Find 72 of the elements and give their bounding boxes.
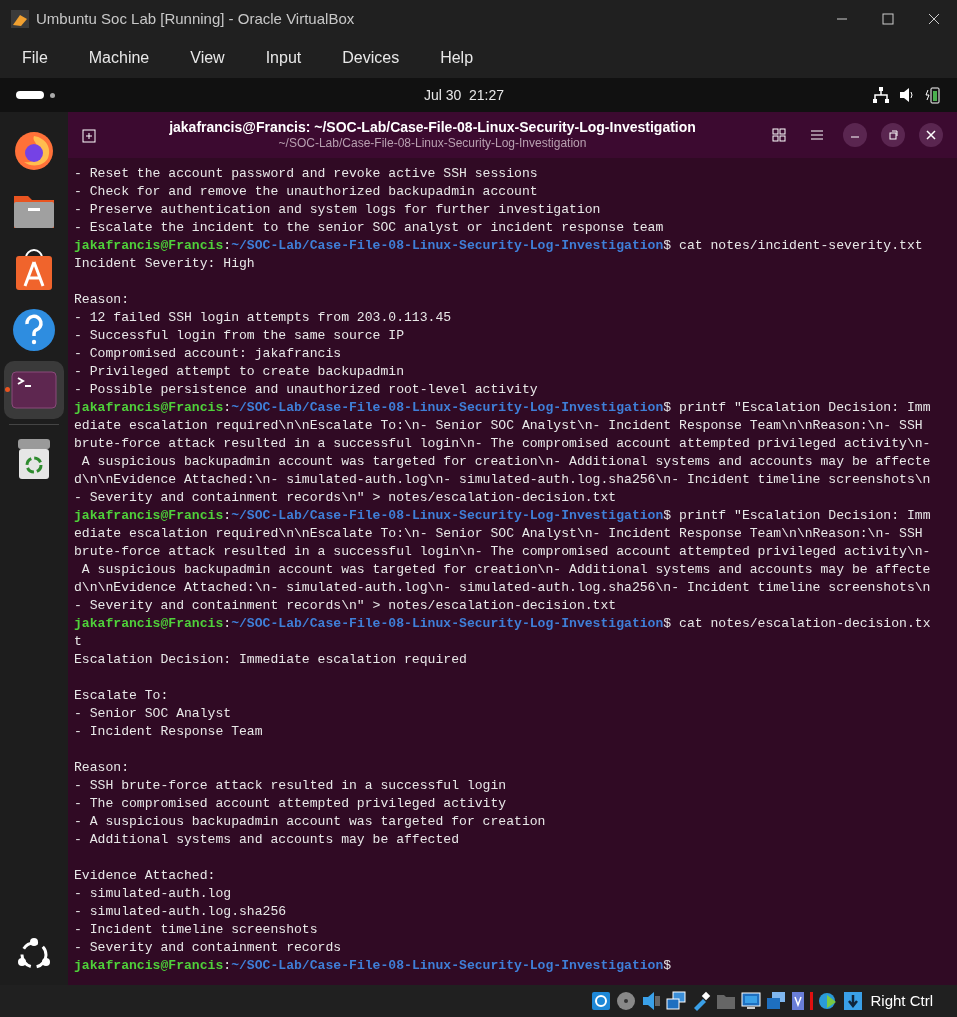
menu-item[interactable]: Devices [330,46,412,70]
trash-icon [16,437,52,481]
close-icon[interactable] [919,123,943,147]
output-line: Escalate To: [74,687,169,705]
output-line: - Senior SOC Analyst [74,705,232,723]
output-line: - A suspicious backupadmin account was targeted for creation [74,813,546,831]
output-line: - Reset the account password and revoke active SSH sessions [74,165,538,183]
output-line: - SSH brute-force attack resulted in a successful login [74,777,507,795]
window-title: Umbuntu Soc Lab [Running] - Oracle VirtualBox [36,8,355,29]
output-line: brute-force attack resulted in a successful login\n- The compromised account attempted privileged activity\n- [74,435,931,453]
output-line: d\n\nEvidence Attached:\n- simulated-auth.log\n- simulated-auth.log.sha256\n- Incident timeline screenshots\n [74,579,931,597]
output-line: Evidence Attached: [74,867,216,885]
speaker-icon[interactable] [641,991,662,1011]
output-line: t [74,633,82,651]
output-line: - Possible persistence and unauthorized root-level activity [74,381,538,399]
prompt-line: jakafrancis@Francis:~/SOC-Lab/Case-File-08-Linux-Security-Log-Investigation$ printf "Escalation Decision: Imm [74,507,931,525]
output-line: - Check for and remove the unauthorized backupadmin account [74,183,538,201]
output-line: - Compromised account: jakafrancis [74,345,342,363]
output-line: brute-force attack resulted in a successful login\n- The compromised account attempted privileged activity\n- [74,543,931,561]
windows-icon[interactable] [666,991,687,1011]
output-line: - Privileged attempt to create backupadmin [74,363,405,381]
app-logo-icon [10,9,30,29]
restore-icon[interactable] [881,123,905,147]
output-line: Reason: [74,291,129,309]
terminal-title: jakafrancis@Francis: ~/SOC-Lab/Case-File-08-Linux-Security-Log-Investigation [169,119,696,136]
menu-item[interactable]: File [10,46,60,70]
terminal-subtitle: ~/SOC-Lab/Case-File-08-Linux-Security-Log-Investigation [278,136,587,151]
output-line: - Escalate the incident to the senior SOC analyst or incident response team [74,219,664,237]
output-line: - simulated-auth.log.sha256 [74,903,287,921]
output-line: - Severity and containment records [74,939,342,957]
menu-item[interactable]: View [178,46,237,70]
menu-item[interactable]: Input [253,46,314,70]
prompt-line: jakafrancis@Francis:~/SOC-Lab/Case-File-08-Linux-Security-Log-Investigation$ printf "Escalation Decision: Imm [74,399,931,417]
host-key-label: Right Ctrl [870,990,933,1011]
volume-icon[interactable] [899,87,915,103]
output-line: Reason: [74,759,129,777]
output-line: A suspicious backupadmin account was targeted for creation\n- Additional systems and accounts may be affecte [80,561,931,579]
output-line: Incident Severity: High [74,255,255,273]
battery-icon[interactable] [925,86,941,104]
prompt-line: jakafrancis@Francis:~/SOC-Lab/Case-File-08-Linux-Security-Log-Investigation$ [74,957,672,975]
help-icon [12,308,56,352]
output-line: - Severity and containment records\n" > notes/escalation-decision.txt [74,597,617,615]
output-line: - Additional systems and accounts may be affected [74,831,460,849]
output-line: ediate escalation required\n\nEscalate To:\n- Senior SOC Analyst\n- Incident Response Team\n\nReason:\n- SSH [74,525,923,543]
prompt-line: jakafrancis@Francis:~/SOC-Lab/Case-File-08-Linux-Security-Log-Investigation$ cat notes/incident-severity.txt [74,237,923,255]
screens-icon[interactable] [766,991,787,1011]
menu-item[interactable]: Machine [76,46,162,70]
workspace-indicator[interactable] [16,91,44,99]
activity-indicator [810,992,814,1010]
chip-icon[interactable] [791,991,806,1011]
output-line: - Incident Response Team [74,723,263,741]
minimize-icon[interactable] [843,123,867,147]
output-line: - Severity and containment records\n" > notes/escalation-decision.txt [74,489,617,507]
clock[interactable]: Jul 30 21:27 [423,84,505,106]
output-line: - simulated-auth.log [74,885,232,903]
output-line: A suspicious backupadmin account was targeted for creation\n- Additional systems and accounts may be affecte [80,453,931,471]
output-line: Escalation Decision: Immediate escalation required [74,651,467,669]
output-line: - Preserve authentication and system logs for further investigation [74,201,601,219]
new-tab-icon[interactable] [82,127,98,143]
network-icon[interactable] [873,87,889,103]
output-line: - Successful login from the same source IP [74,327,405,345]
output-line: ediate escalation required\n\nEscalate To:\n- Senior SOC Analyst\n- Incident Response Team\n\nReason:\n- SSH [74,417,923,435]
terminal-icon [11,371,57,409]
output-line: d\n\nEvidence Attached:\n- simulated-auth.log\n- simulated-auth.log.sha256\n- Incident timeline screenshots\n [74,471,931,489]
output-line: - The compromised account attempted privileged activity [74,795,507,813]
output-line: - 12 failed SSH login attempts from 203.0.113.45 [74,309,452,327]
prompt-line: jakafrancis@Francis:~/SOC-Lab/Case-File-08-Linux-Security-Log-Investigation$ cat notes/escalation-decision.tx [74,615,931,633]
menu-item[interactable]: Help [428,46,486,70]
optical-disc-icon[interactable] [616,991,637,1011]
output-line: - Incident timeline screenshots [74,921,318,939]
shopping-bag-icon [14,248,54,292]
monitor-icon[interactable] [741,991,762,1011]
